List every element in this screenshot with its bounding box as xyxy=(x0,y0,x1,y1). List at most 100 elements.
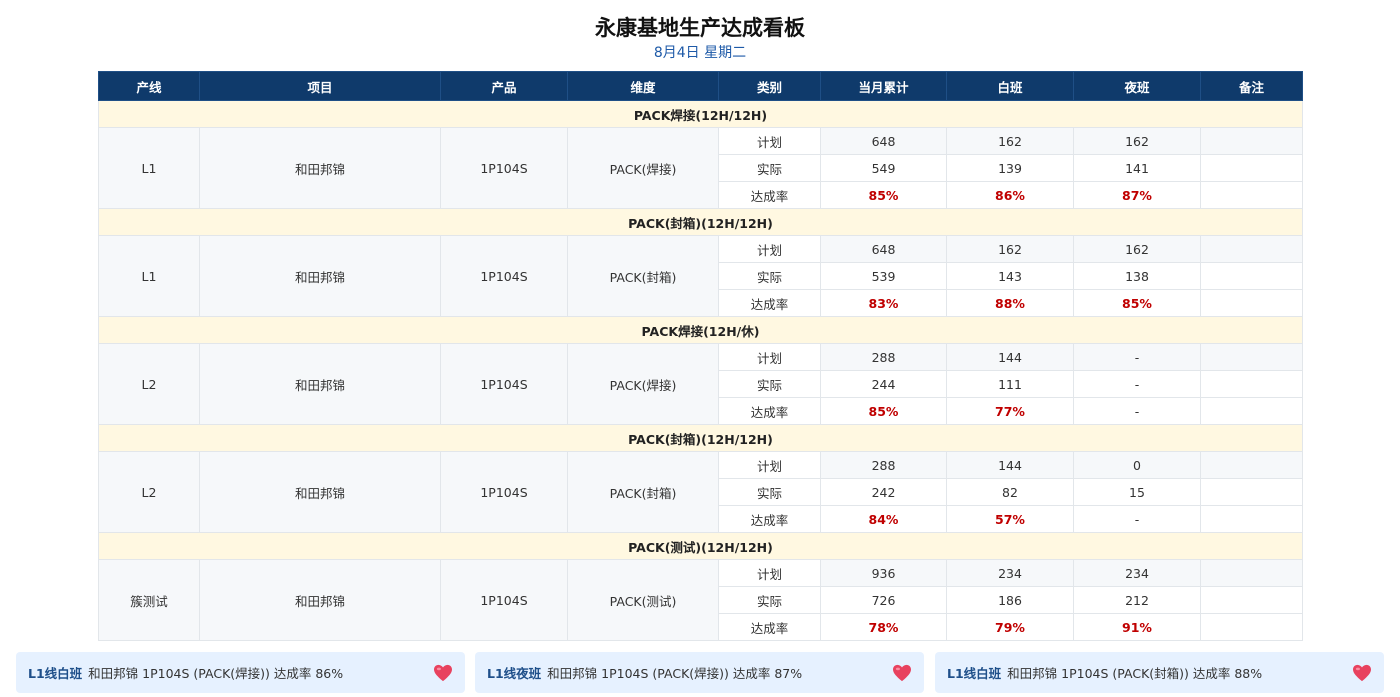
day-shift-cell: 88% xyxy=(946,289,1074,317)
category-cell: 实际 xyxy=(718,370,821,398)
table-row: 簇测试 和田邦锦 1P104S PACK(测试) 计划 936 234 234 xyxy=(98,559,1303,641)
col-header-monthly[interactable]: 当月累计 xyxy=(820,71,947,101)
night-shift-cell: 141 xyxy=(1073,154,1201,182)
heart-icon xyxy=(893,664,911,681)
col-header-product[interactable]: 产品 xyxy=(440,71,568,101)
category-cell: 计划 xyxy=(718,559,821,587)
line-cell: L1 xyxy=(98,127,200,209)
dimension-cell: PACK(封箱) xyxy=(567,235,719,317)
monthly-cell: 242 xyxy=(820,478,947,506)
category-cell: 实际 xyxy=(718,478,821,506)
monthly-cell: 84% xyxy=(820,505,947,533)
day-shift-cell: 139 xyxy=(946,154,1074,182)
product-cell: 1P104S xyxy=(440,559,568,641)
remark-cell xyxy=(1200,451,1303,479)
night-shift-cell: 0 xyxy=(1073,451,1201,479)
project-cell: 和田邦锦 xyxy=(199,559,441,641)
monthly-cell: 936 xyxy=(820,559,947,587)
date-subtitle: 8月4日 星期二 xyxy=(653,45,747,61)
category-cell: 实际 xyxy=(718,586,821,614)
ticker-text: 和田邦锦 1P104S (PACK(封箱)) 达成率 88% xyxy=(1007,666,1263,681)
day-shift-cell: 143 xyxy=(946,262,1074,290)
night-shift-cell: - xyxy=(1073,505,1201,533)
remark-cell xyxy=(1200,289,1303,317)
category-cell: 达成率 xyxy=(718,505,821,533)
category-cell: 计划 xyxy=(718,451,821,479)
col-header-day-shift[interactable]: 白班 xyxy=(946,71,1074,101)
day-shift-cell: 82 xyxy=(946,478,1074,506)
category-cell: 计划 xyxy=(718,127,821,155)
line-cell: L2 xyxy=(98,343,200,425)
dimension-cell: PACK(封箱) xyxy=(567,451,719,533)
day-shift-cell: 162 xyxy=(946,235,1074,263)
monthly-cell: 288 xyxy=(820,343,947,371)
night-shift-cell: 162 xyxy=(1073,235,1201,263)
category-cell: 达成率 xyxy=(718,613,821,641)
table-row: L1 和田邦锦 1P104S PACK(焊接) 计划 648 162 162 xyxy=(98,127,1303,209)
group-title: PACK焊接(12H/休) xyxy=(98,316,1303,344)
day-shift-cell: 79% xyxy=(946,613,1074,641)
ticker-card[interactable]: L1线白班 和田邦锦 1P104S (PACK(焊接)) 达成率 86% xyxy=(16,652,465,693)
day-shift-cell: 86% xyxy=(946,181,1074,209)
product-cell: 1P104S xyxy=(440,127,568,209)
line-cell: L2 xyxy=(98,451,200,533)
remark-cell xyxy=(1200,613,1303,641)
night-shift-cell: 234 xyxy=(1073,559,1201,587)
remark-cell xyxy=(1200,397,1303,425)
ticker-text: 和田邦锦 1P104S (PACK(焊接)) 达成率 87% xyxy=(547,666,803,681)
category-cell: 实际 xyxy=(718,154,821,182)
col-header-line[interactable]: 产线 xyxy=(98,71,200,101)
category-cell: 达成率 xyxy=(718,181,821,209)
table-body: PACK焊接(12H/12H) L1 和田邦锦 1P104S PACK(焊接) 计划 648… xyxy=(98,100,1303,641)
monthly-cell: 85% xyxy=(820,181,947,209)
ticker-card[interactable]: L1线夜班 和田邦锦 1P104S (PACK(焊接)) 达成率 87% xyxy=(475,652,924,693)
heart-icon xyxy=(434,664,452,681)
day-shift-cell: 144 xyxy=(946,343,1074,371)
product-cell: 1P104S xyxy=(440,343,568,425)
remark-cell xyxy=(1200,343,1303,371)
day-shift-cell: 111 xyxy=(946,370,1074,398)
monthly-cell: 648 xyxy=(820,127,947,155)
group-title: PACK(封箱)(12H/12H) xyxy=(98,424,1303,452)
remark-cell xyxy=(1200,370,1303,398)
col-header-remark[interactable]: 备注 xyxy=(1200,71,1303,101)
night-shift-cell: - xyxy=(1073,397,1201,425)
group-header-row: PACK焊接(12H/休) xyxy=(98,316,1303,344)
night-shift-cell: 212 xyxy=(1073,586,1201,614)
night-shift-cell: 15 xyxy=(1073,478,1201,506)
ticker-line-label: L1线白班 xyxy=(947,666,1002,681)
dimension-cell: PACK(焊接) xyxy=(567,127,719,209)
ticker-line-label: L1线夜班 xyxy=(487,666,542,681)
col-header-dimension[interactable]: 维度 xyxy=(567,71,719,101)
night-shift-cell: 87% xyxy=(1073,181,1201,209)
group-title: PACK焊接(12H/12H) xyxy=(98,100,1303,128)
ticker-card[interactable]: L1线白班 和田邦锦 1P104S (PACK(封箱)) 达成率 88% xyxy=(935,652,1384,693)
group-title: PACK(测试)(12H/12H) xyxy=(98,532,1303,560)
day-shift-cell: 234 xyxy=(946,559,1074,587)
heart-icon xyxy=(1353,664,1371,681)
day-shift-cell: 144 xyxy=(946,451,1074,479)
line-cell: L1 xyxy=(98,235,200,317)
night-shift-cell: 138 xyxy=(1073,262,1201,290)
table-row: L2 和田邦锦 1P104S PACK(焊接) 计划 288 144- xyxy=(98,343,1303,425)
dimension-cell: PACK(焊接) xyxy=(567,343,719,425)
group-header-row: PACK焊接(12H/12H) xyxy=(98,100,1303,128)
remark-cell xyxy=(1200,127,1303,155)
monthly-cell: 539 xyxy=(820,262,947,290)
day-shift-cell: 77% xyxy=(946,397,1074,425)
day-shift-cell: 186 xyxy=(946,586,1074,614)
col-header-category[interactable]: 类别 xyxy=(718,71,821,101)
monthly-cell: 244 xyxy=(820,370,947,398)
project-cell: 和田邦锦 xyxy=(199,343,441,425)
col-header-night-shift[interactable]: 夜班 xyxy=(1073,71,1201,101)
remark-cell xyxy=(1200,154,1303,182)
table-row: L2 和田邦锦 1P104S PACK(封箱) 计划 288 144 0 xyxy=(98,451,1303,533)
monthly-cell: 648 xyxy=(820,235,947,263)
day-shift-cell: 57% xyxy=(946,505,1074,533)
project-cell: 和田邦锦 xyxy=(199,235,441,317)
remark-cell xyxy=(1200,505,1303,533)
table-row: L1 和田邦锦 1P104S PACK(封箱) 计划 648 162 162 xyxy=(98,235,1303,317)
col-header-project[interactable]: 项目 xyxy=(199,71,441,101)
night-shift-cell: 91% xyxy=(1073,613,1201,641)
remark-cell xyxy=(1200,235,1303,263)
